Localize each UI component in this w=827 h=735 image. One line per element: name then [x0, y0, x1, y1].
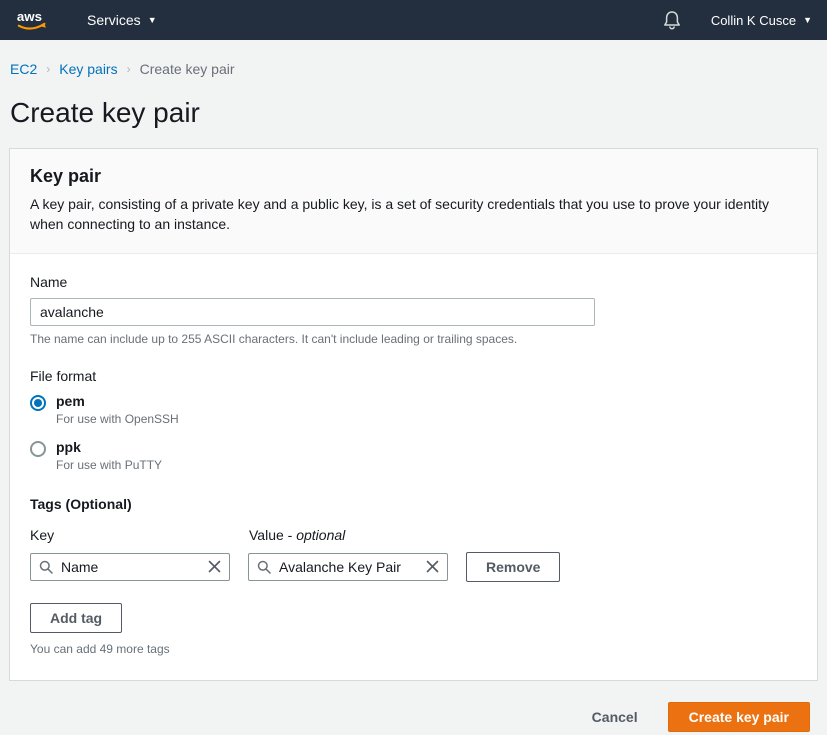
- tag-value-input-group: [248, 553, 448, 581]
- form-actions: Cancel Create key pair: [0, 681, 827, 732]
- tag-key-label: Key: [30, 527, 249, 543]
- chevron-down-icon: ▼: [803, 16, 812, 25]
- tag-key-input[interactable]: [61, 559, 200, 575]
- file-format-label: File format: [30, 368, 797, 384]
- user-name: Collin K Cusce: [711, 13, 796, 28]
- tags-remaining-text: You can add 49 more tags: [30, 642, 797, 656]
- card-description: A key pair, consisting of a private key …: [30, 194, 797, 235]
- tag-row: Remove: [30, 552, 797, 582]
- breadcrumb-separator-icon: ›: [46, 62, 50, 76]
- card-title: Key pair: [30, 166, 797, 187]
- svg-text:aws: aws: [17, 9, 42, 24]
- breadcrumb-link-ec2[interactable]: EC2: [10, 61, 37, 77]
- radio-unselected-icon[interactable]: [30, 441, 46, 457]
- user-account-menu[interactable]: Collin K Cusce ▼: [711, 13, 812, 28]
- tags-section-title: Tags (Optional): [30, 496, 797, 512]
- breadcrumb-separator-icon: ›: [127, 62, 131, 76]
- create-key-pair-button[interactable]: Create key pair: [668, 702, 810, 732]
- radio-dot: [34, 399, 42, 407]
- name-field-helper-text: The name can include up to 255 ASCII cha…: [30, 332, 797, 346]
- name-field-label: Name: [30, 274, 797, 290]
- clear-key-icon[interactable]: [208, 560, 221, 573]
- radio-selected-icon[interactable]: [30, 395, 46, 411]
- radio-pem-label: pem: [56, 393, 179, 409]
- add-tag-button[interactable]: Add tag: [30, 603, 122, 633]
- services-menu-label: Services: [87, 12, 141, 28]
- key-pair-name-input[interactable]: [30, 298, 595, 326]
- breadcrumb-current-page: Create key pair: [140, 61, 235, 77]
- tag-key-input-group: [30, 553, 230, 581]
- search-icon: [257, 560, 271, 574]
- key-pair-form-card: Key pair A key pair, consisting of a pri…: [9, 148, 818, 681]
- tag-value-label: Value - optional: [249, 527, 345, 543]
- remove-tag-button[interactable]: Remove: [466, 552, 560, 582]
- tag-column-labels: Key Value - optional: [30, 527, 797, 543]
- radio-option-pem[interactable]: pem For use with OpenSSH: [30, 393, 797, 426]
- clear-value-icon[interactable]: [426, 560, 439, 573]
- breadcrumb: EC2 › Key pairs › Create key pair: [0, 40, 827, 77]
- breadcrumb-link-key-pairs[interactable]: Key pairs: [59, 61, 117, 77]
- notifications-bell-icon[interactable]: [663, 10, 681, 30]
- radio-option-ppk[interactable]: ppk For use with PuTTY: [30, 439, 797, 472]
- top-navigation-bar: aws Services ▼ Collin K Cusce ▼: [0, 0, 827, 40]
- chevron-down-icon: ▼: [148, 16, 157, 25]
- card-header: Key pair A key pair, consisting of a pri…: [10, 149, 817, 254]
- aws-logo-icon[interactable]: aws: [15, 7, 53, 33]
- tag-value-input[interactable]: [279, 559, 418, 575]
- radio-pem-description: For use with OpenSSH: [56, 412, 179, 426]
- cancel-button[interactable]: Cancel: [592, 709, 638, 725]
- search-icon: [39, 560, 53, 574]
- radio-ppk-label: ppk: [56, 439, 162, 455]
- page-title: Create key pair: [0, 77, 827, 148]
- card-body: Name The name can include up to 255 ASCI…: [10, 254, 817, 680]
- services-menu[interactable]: Services ▼: [87, 12, 157, 28]
- radio-ppk-description: For use with PuTTY: [56, 458, 162, 472]
